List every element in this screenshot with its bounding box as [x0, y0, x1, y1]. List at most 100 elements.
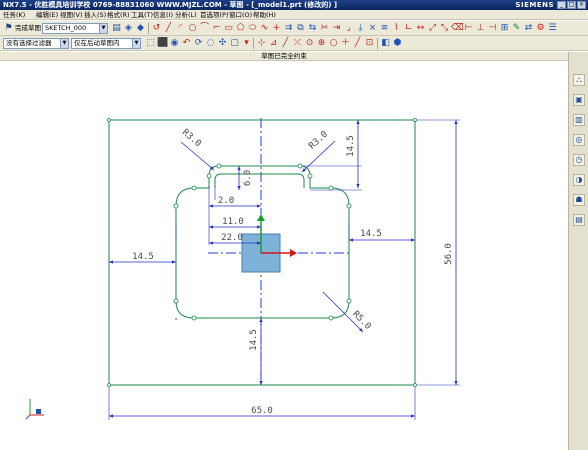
internet-explorer-icon[interactable]: ◎: [573, 134, 585, 146]
minimize-button[interactable]: _: [557, 1, 566, 9]
process-studio-icon[interactable]: ▤: [573, 214, 585, 226]
reattach-icon[interactable]: ◈: [123, 23, 134, 34]
move-curve-icon[interactable]: ↔: [415, 23, 426, 34]
maximize-button[interactable]: □: [567, 1, 576, 9]
assembly-navigator-icon[interactable]: ⛬: [573, 74, 585, 86]
spline-icon[interactable]: ∿: [259, 23, 270, 34]
system-materials-icon[interactable]: ◑: [573, 174, 585, 186]
trim-icon[interactable]: ✂: [319, 23, 330, 34]
finish-sketch-flag-icon[interactable]: ⚑: [3, 23, 14, 34]
dim-width-11[interactable]: 11.0: [222, 217, 244, 227]
midpoint-snap-icon[interactable]: ⊿: [268, 38, 279, 49]
polygon-icon[interactable]: ⬠: [235, 23, 246, 34]
ellipse-icon[interactable]: ⬭: [247, 23, 258, 34]
menu-item-preferences[interactable]: 首选项(P): [200, 10, 229, 20]
menu-item-format[interactable]: 格式(R): [107, 10, 130, 20]
sketch-options-icon[interactable]: ☰: [547, 23, 558, 34]
selection-scope-dropdown[interactable]: 仅在后动草图内 ▼: [71, 38, 141, 49]
line-icon[interactable]: ╱: [163, 23, 174, 34]
project-curve-icon[interactable]: ⤓: [355, 23, 366, 34]
graphics-window[interactable]: 65.0 56.0 14.5 14.5 14.5 14.5 R3.0 R3.0 …: [0, 62, 568, 450]
dim-top-offset[interactable]: 14.5: [346, 135, 356, 157]
update-model-icon[interactable]: ◆: [135, 23, 146, 34]
dim-radius-upper-left[interactable]: R3.0: [180, 128, 203, 150]
inner-tab-offset[interactable]: [214, 173, 305, 188]
delete-curve-icon[interactable]: ⌫: [451, 23, 464, 34]
intersection-curve-icon[interactable]: ⨯: [367, 23, 378, 34]
offset-curve-icon[interactable]: ⇉: [283, 23, 294, 34]
select-box-dropdown-icon[interactable]: ▾: [241, 38, 252, 49]
endpoint-snap-icon[interactable]: ⊹: [256, 38, 267, 49]
menu-item-view[interactable]: 视图(V): [60, 10, 83, 20]
sketch-name-dropdown[interactable]: SKETCH_000 ▼: [42, 23, 108, 34]
menu-item-analysis[interactable]: 分析(L): [175, 10, 197, 20]
existing-point-snap-icon[interactable]: ○: [328, 38, 339, 49]
stop-at-intersection-icon[interactable]: ⟳: [193, 38, 204, 49]
intersection-snap-icon[interactable]: ⤫: [292, 38, 303, 49]
offset-move-icon[interactable]: ⤢: [427, 23, 438, 34]
animate-dimension-icon[interactable]: ✎: [511, 23, 522, 34]
fillet-icon[interactable]: ⌒: [199, 23, 210, 34]
dim-width-22[interactable]: 22.0: [221, 233, 243, 243]
chamfer-icon[interactable]: ⌐: [211, 23, 222, 34]
dim-width-2[interactable]: 2.0: [218, 196, 234, 206]
dim-height-6[interactable]: 6.0: [243, 170, 253, 186]
corner-icon[interactable]: ⌟: [343, 23, 354, 34]
show-constraints-icon[interactable]: ⊞: [499, 23, 510, 34]
alternate-solution-icon[interactable]: ⇄: [523, 23, 534, 34]
convert-reference-icon[interactable]: ⚙: [535, 23, 546, 34]
dim-right-offset[interactable]: 14.5: [360, 229, 382, 239]
arc-center-snap-icon[interactable]: ⊙: [304, 38, 315, 49]
history-icon[interactable]: ◷: [573, 154, 585, 166]
derived-lines-icon[interactable]: ≡: [379, 23, 390, 34]
dim-left-offset[interactable]: 14.5: [132, 252, 154, 262]
point-icon[interactable]: +: [271, 23, 282, 34]
menu-item-info[interactable]: 信息(I): [153, 10, 173, 20]
dim-bottom-offset[interactable]: 14.5: [249, 329, 259, 351]
quick-trim-icon[interactable]: ⌇: [391, 23, 402, 34]
resize-curve-icon[interactable]: ⤡: [439, 23, 450, 34]
menu-item-tools[interactable]: 工具(T): [131, 10, 153, 20]
part-navigator-icon[interactable]: ▣: [573, 94, 585, 106]
rectangle-select-icon[interactable]: ▢: [229, 38, 240, 49]
close-button[interactable]: ×: [577, 1, 586, 9]
finish-sketch-button[interactable]: 完成草图: [15, 23, 41, 34]
deselect-icon[interactable]: ⬛: [157, 38, 168, 49]
general-selection-icon[interactable]: ◉: [169, 38, 180, 49]
orient-view-icon[interactable]: ▤: [111, 23, 122, 34]
inferred-dimension-icon[interactable]: ⊢: [463, 23, 474, 34]
pattern-curve-icon[interactable]: ⧉: [295, 23, 306, 34]
selection-filter-dropdown[interactable]: 没有选择过滤器 ▼: [3, 38, 69, 49]
dim-overall-height[interactable]: 56.0: [444, 243, 454, 265]
circle-icon[interactable]: ○: [187, 23, 198, 34]
model-cube-icon[interactable]: ⬢: [392, 38, 403, 49]
point-on-surface-snap-icon[interactable]: ╱: [352, 38, 363, 49]
rectangle-icon[interactable]: ▭: [223, 23, 234, 34]
point-on-curve-snap-icon[interactable]: ＋: [340, 38, 351, 49]
dim-overall-width[interactable]: 65.0: [251, 406, 273, 416]
select-all-icon[interactable]: ⬚: [145, 38, 156, 49]
profile-icon[interactable]: ↺: [151, 23, 162, 34]
menu-item-help[interactable]: 帮助(H): [253, 10, 276, 20]
menu-item-task[interactable]: 任务(K): [3, 10, 25, 20]
make-corner-icon[interactable]: ∟: [403, 23, 414, 34]
reuse-library-icon[interactable]: ▥: [573, 114, 585, 126]
quadrant-snap-icon[interactable]: ⊕: [316, 38, 327, 49]
geometric-constraint-icon[interactable]: ⊥: [475, 23, 486, 34]
follow-fillet-icon[interactable]: ◌: [205, 38, 216, 49]
control-point-snap-icon[interactable]: ╱: [280, 38, 291, 49]
curve-rule-icon[interactable]: ↶: [181, 38, 192, 49]
dim-radius-upper-right[interactable]: R3.0: [307, 130, 330, 152]
arc-icon[interactable]: ◜: [175, 23, 186, 34]
mirror-curve-icon[interactable]: ⇆: [307, 23, 318, 34]
feature-curves-icon[interactable]: ✣: [217, 38, 228, 49]
dim-radius-lower-right[interactable]: R5.0: [350, 309, 372, 331]
roles-icon[interactable]: ☗: [573, 194, 585, 206]
menu-item-insert[interactable]: 插入(S): [84, 10, 106, 20]
menu-item-edit[interactable]: 编辑(E): [36, 10, 58, 20]
extend-icon[interactable]: ⇥: [331, 23, 342, 34]
bounded-grid-snap-icon[interactable]: ⊡: [364, 38, 375, 49]
sketch-canvas[interactable]: 65.0 56.0 14.5 14.5 14.5 14.5 R3.0 R3.0 …: [0, 62, 568, 450]
auto-constrain-icon[interactable]: ⊣: [487, 23, 498, 34]
menu-item-window[interactable]: 窗口(O): [229, 10, 252, 20]
